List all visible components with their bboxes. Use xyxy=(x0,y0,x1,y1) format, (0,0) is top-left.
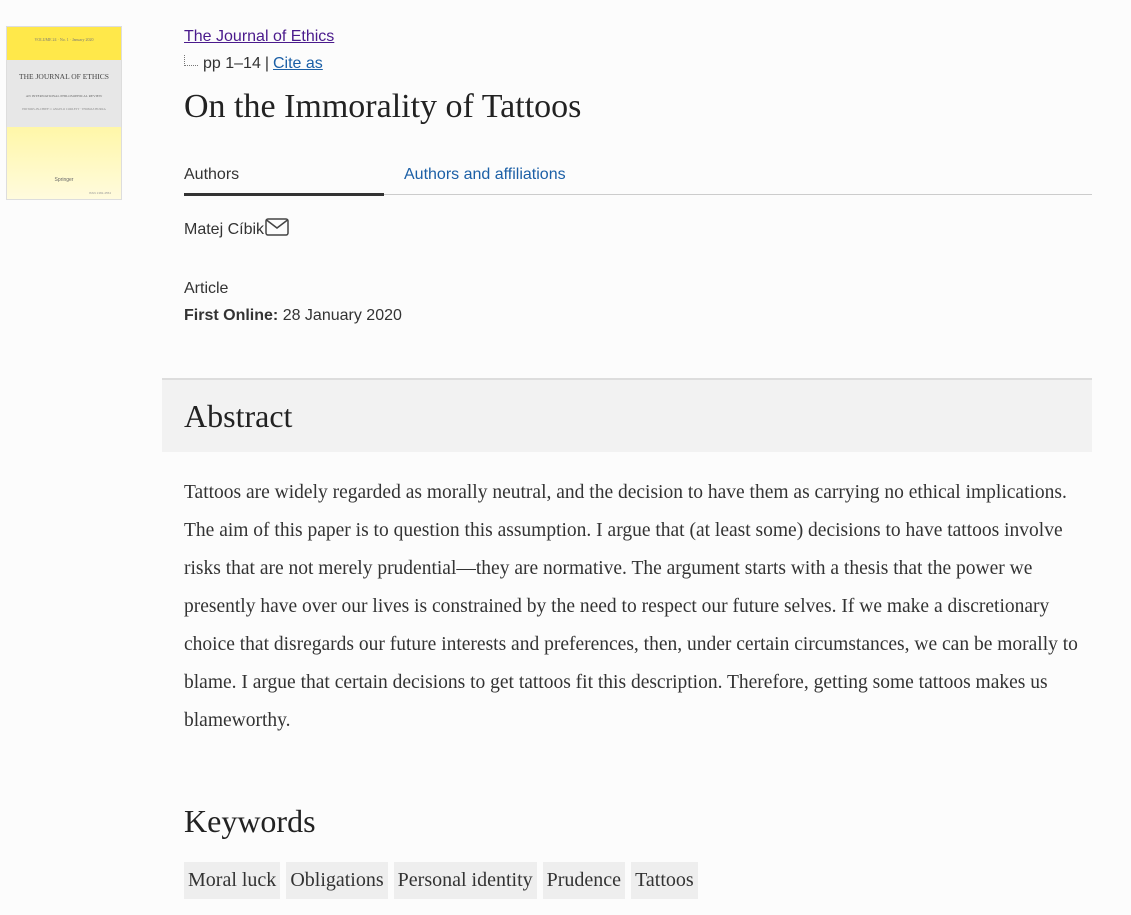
author-tabs: Authors Authors and affiliations xyxy=(184,160,1092,196)
cover-publisher: Springer xyxy=(54,177,74,183)
cite-as-link[interactable]: Cite as xyxy=(273,55,323,72)
cover-subtitle: AN INTERNATIONAL PHILOSOPHICAL REVIEW xyxy=(25,94,103,98)
keyword-tag[interactable]: Obligations xyxy=(286,862,388,899)
tab-authors[interactable]: Authors xyxy=(184,166,384,196)
abstract-heading: Abstract xyxy=(184,398,293,434)
author-entry: Matej Cíbik xyxy=(184,218,289,241)
separator: | xyxy=(264,55,269,72)
tab-authors-and-affiliations[interactable]: Authors and affiliations xyxy=(404,166,566,184)
pages-line: pp 1–14 | Cite as xyxy=(184,55,323,73)
tree-branch-icon xyxy=(184,55,198,66)
cover-volume-line: VOLUME 24 · No. 1 · January 2020 xyxy=(34,37,94,42)
keyword-tag[interactable]: Personal identity xyxy=(393,862,537,899)
first-online-date: 28 January 2020 xyxy=(282,307,402,324)
abstract-header: Abstract xyxy=(162,378,1092,452)
cover-title: THE JOURNAL OF ETHICS xyxy=(19,72,109,81)
first-online-label: First Online: xyxy=(184,307,279,324)
keyword-tag[interactable]: Moral luck xyxy=(184,862,281,899)
article-title: On the Immorality of Tattoos xyxy=(184,88,582,125)
cover-issn: ISSN 1382-4554 xyxy=(88,191,111,195)
keywords-heading: Keywords xyxy=(184,803,316,839)
keywords-list: Moral luck Obligations Personal identity… xyxy=(184,862,698,899)
envelope-icon[interactable] xyxy=(265,218,289,241)
first-online: First Online: 28 January 2020 xyxy=(184,307,402,325)
article-type: Article xyxy=(184,280,229,297)
keyword-tag[interactable]: Tattoos xyxy=(631,862,698,899)
abstract-text: Tattoos are widely regarded as morally n… xyxy=(184,482,1078,731)
author-name: Matej Cíbik xyxy=(184,221,265,238)
keyword-tag[interactable]: Prudence xyxy=(542,862,626,899)
journal-link[interactable]: The Journal of Ethics xyxy=(184,28,334,46)
journal-cover-image[interactable]: VOLUME 24 · No. 1 · January 2020 THE JOU… xyxy=(6,26,122,200)
cover-editors: EDITORS-IN-CHIEF: J. ANGELO CORLETT · TH… xyxy=(22,107,106,111)
page-range: pp 1–14 xyxy=(203,55,261,72)
